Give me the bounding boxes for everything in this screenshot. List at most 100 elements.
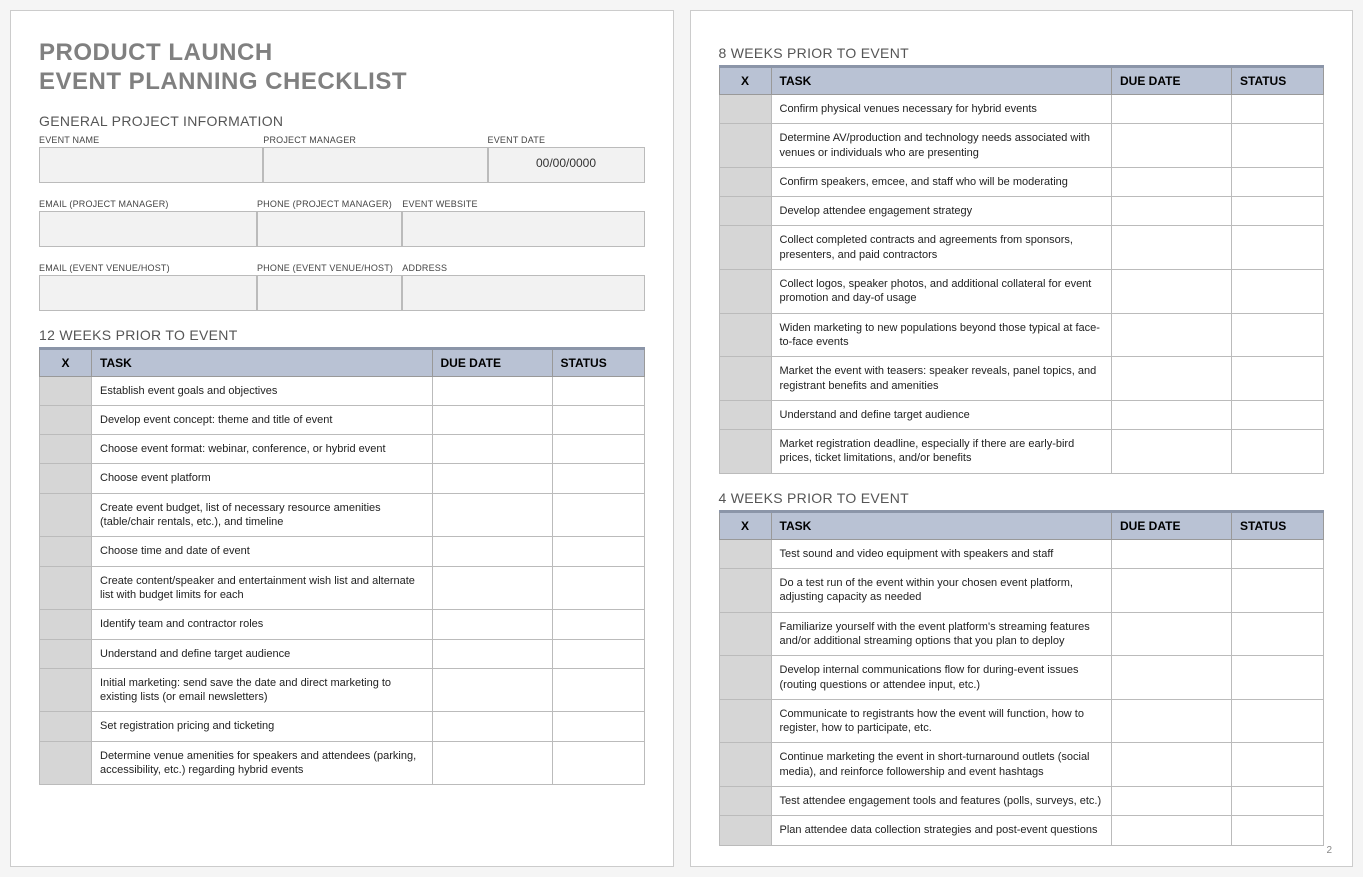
checkbox-cell[interactable] bbox=[719, 539, 771, 568]
status-cell[interactable] bbox=[1232, 400, 1324, 429]
due-date-cell[interactable] bbox=[432, 376, 552, 405]
checkbox-cell[interactable] bbox=[719, 95, 771, 124]
status-cell[interactable] bbox=[552, 741, 644, 785]
checkbox-cell[interactable] bbox=[719, 270, 771, 314]
due-date-cell[interactable] bbox=[1112, 539, 1232, 568]
checkbox-cell[interactable] bbox=[719, 226, 771, 270]
checkbox-cell[interactable] bbox=[40, 537, 92, 566]
due-date-cell[interactable] bbox=[432, 537, 552, 566]
checkbox-cell[interactable] bbox=[719, 612, 771, 656]
status-cell[interactable] bbox=[1232, 124, 1324, 168]
checkbox-cell[interactable] bbox=[719, 656, 771, 700]
checkbox-cell[interactable] bbox=[719, 124, 771, 168]
due-date-cell[interactable] bbox=[1112, 313, 1232, 357]
status-cell[interactable] bbox=[1232, 95, 1324, 124]
input-email-pm[interactable] bbox=[39, 211, 257, 247]
checkbox-cell[interactable] bbox=[719, 357, 771, 401]
status-cell[interactable] bbox=[552, 610, 644, 639]
input-website[interactable] bbox=[402, 211, 644, 247]
checkbox-cell[interactable] bbox=[40, 712, 92, 741]
checkbox-cell[interactable] bbox=[719, 167, 771, 196]
status-cell[interactable] bbox=[1232, 612, 1324, 656]
checkbox-cell[interactable] bbox=[719, 569, 771, 613]
due-date-cell[interactable] bbox=[1112, 816, 1232, 845]
due-date-cell[interactable] bbox=[1112, 167, 1232, 196]
checkbox-cell[interactable] bbox=[719, 743, 771, 787]
checkbox-cell[interactable] bbox=[719, 699, 771, 743]
due-date-cell[interactable] bbox=[432, 435, 552, 464]
due-date-cell[interactable] bbox=[432, 610, 552, 639]
status-cell[interactable] bbox=[1232, 816, 1324, 845]
checkbox-cell[interactable] bbox=[40, 610, 92, 639]
status-cell[interactable] bbox=[1232, 270, 1324, 314]
due-date-cell[interactable] bbox=[432, 741, 552, 785]
status-cell[interactable] bbox=[552, 537, 644, 566]
checkbox-cell[interactable] bbox=[40, 668, 92, 712]
checkbox-cell[interactable] bbox=[719, 400, 771, 429]
checkbox-cell[interactable] bbox=[719, 313, 771, 357]
due-date-cell[interactable] bbox=[1112, 357, 1232, 401]
status-cell[interactable] bbox=[1232, 167, 1324, 196]
checkbox-cell[interactable] bbox=[719, 197, 771, 226]
due-date-cell[interactable] bbox=[432, 464, 552, 493]
due-date-cell[interactable] bbox=[432, 639, 552, 668]
input-event-date[interactable]: 00/00/0000 bbox=[488, 147, 645, 183]
checkbox-cell[interactable] bbox=[40, 566, 92, 610]
input-project-manager[interactable] bbox=[263, 147, 487, 183]
due-date-cell[interactable] bbox=[1112, 270, 1232, 314]
status-cell[interactable] bbox=[1232, 539, 1324, 568]
due-date-cell[interactable] bbox=[1112, 430, 1232, 474]
due-date-cell[interactable] bbox=[1112, 743, 1232, 787]
status-cell[interactable] bbox=[552, 435, 644, 464]
due-date-cell[interactable] bbox=[1112, 787, 1232, 816]
input-address[interactable] bbox=[402, 275, 644, 311]
status-cell[interactable] bbox=[1232, 313, 1324, 357]
checkbox-cell[interactable] bbox=[40, 639, 92, 668]
status-cell[interactable] bbox=[1232, 197, 1324, 226]
status-cell[interactable] bbox=[552, 464, 644, 493]
checkbox-cell[interactable] bbox=[719, 787, 771, 816]
due-date-cell[interactable] bbox=[1112, 612, 1232, 656]
checkbox-cell[interactable] bbox=[40, 464, 92, 493]
status-cell[interactable] bbox=[1232, 743, 1324, 787]
due-date-cell[interactable] bbox=[1112, 197, 1232, 226]
input-email-venue[interactable] bbox=[39, 275, 257, 311]
due-date-cell[interactable] bbox=[432, 405, 552, 434]
checkbox-cell[interactable] bbox=[40, 435, 92, 464]
status-cell[interactable] bbox=[552, 712, 644, 741]
due-date-cell[interactable] bbox=[1112, 656, 1232, 700]
checkbox-cell[interactable] bbox=[719, 816, 771, 845]
status-cell[interactable] bbox=[552, 376, 644, 405]
due-date-cell[interactable] bbox=[1112, 226, 1232, 270]
checkbox-cell[interactable] bbox=[40, 741, 92, 785]
status-cell[interactable] bbox=[1232, 430, 1324, 474]
status-cell[interactable] bbox=[552, 639, 644, 668]
due-date-cell[interactable] bbox=[432, 668, 552, 712]
due-date-cell[interactable] bbox=[1112, 569, 1232, 613]
status-cell[interactable] bbox=[1232, 699, 1324, 743]
status-cell[interactable] bbox=[552, 668, 644, 712]
due-date-cell[interactable] bbox=[432, 712, 552, 741]
due-date-cell[interactable] bbox=[1112, 95, 1232, 124]
status-cell[interactable] bbox=[552, 566, 644, 610]
table-row: Familiarize yourself with the event plat… bbox=[719, 612, 1324, 656]
status-cell[interactable] bbox=[1232, 226, 1324, 270]
input-event-name[interactable] bbox=[39, 147, 263, 183]
checkbox-cell[interactable] bbox=[719, 430, 771, 474]
checkbox-cell[interactable] bbox=[40, 405, 92, 434]
status-cell[interactable] bbox=[1232, 569, 1324, 613]
due-date-cell[interactable] bbox=[1112, 699, 1232, 743]
status-cell[interactable] bbox=[1232, 787, 1324, 816]
status-cell[interactable] bbox=[552, 405, 644, 434]
status-cell[interactable] bbox=[1232, 656, 1324, 700]
checkbox-cell[interactable] bbox=[40, 376, 92, 405]
due-date-cell[interactable] bbox=[1112, 124, 1232, 168]
checkbox-cell[interactable] bbox=[40, 493, 92, 537]
status-cell[interactable] bbox=[1232, 357, 1324, 401]
due-date-cell[interactable] bbox=[432, 566, 552, 610]
input-phone-pm[interactable] bbox=[257, 211, 402, 247]
status-cell[interactable] bbox=[552, 493, 644, 537]
input-phone-venue[interactable] bbox=[257, 275, 402, 311]
due-date-cell[interactable] bbox=[432, 493, 552, 537]
due-date-cell[interactable] bbox=[1112, 400, 1232, 429]
